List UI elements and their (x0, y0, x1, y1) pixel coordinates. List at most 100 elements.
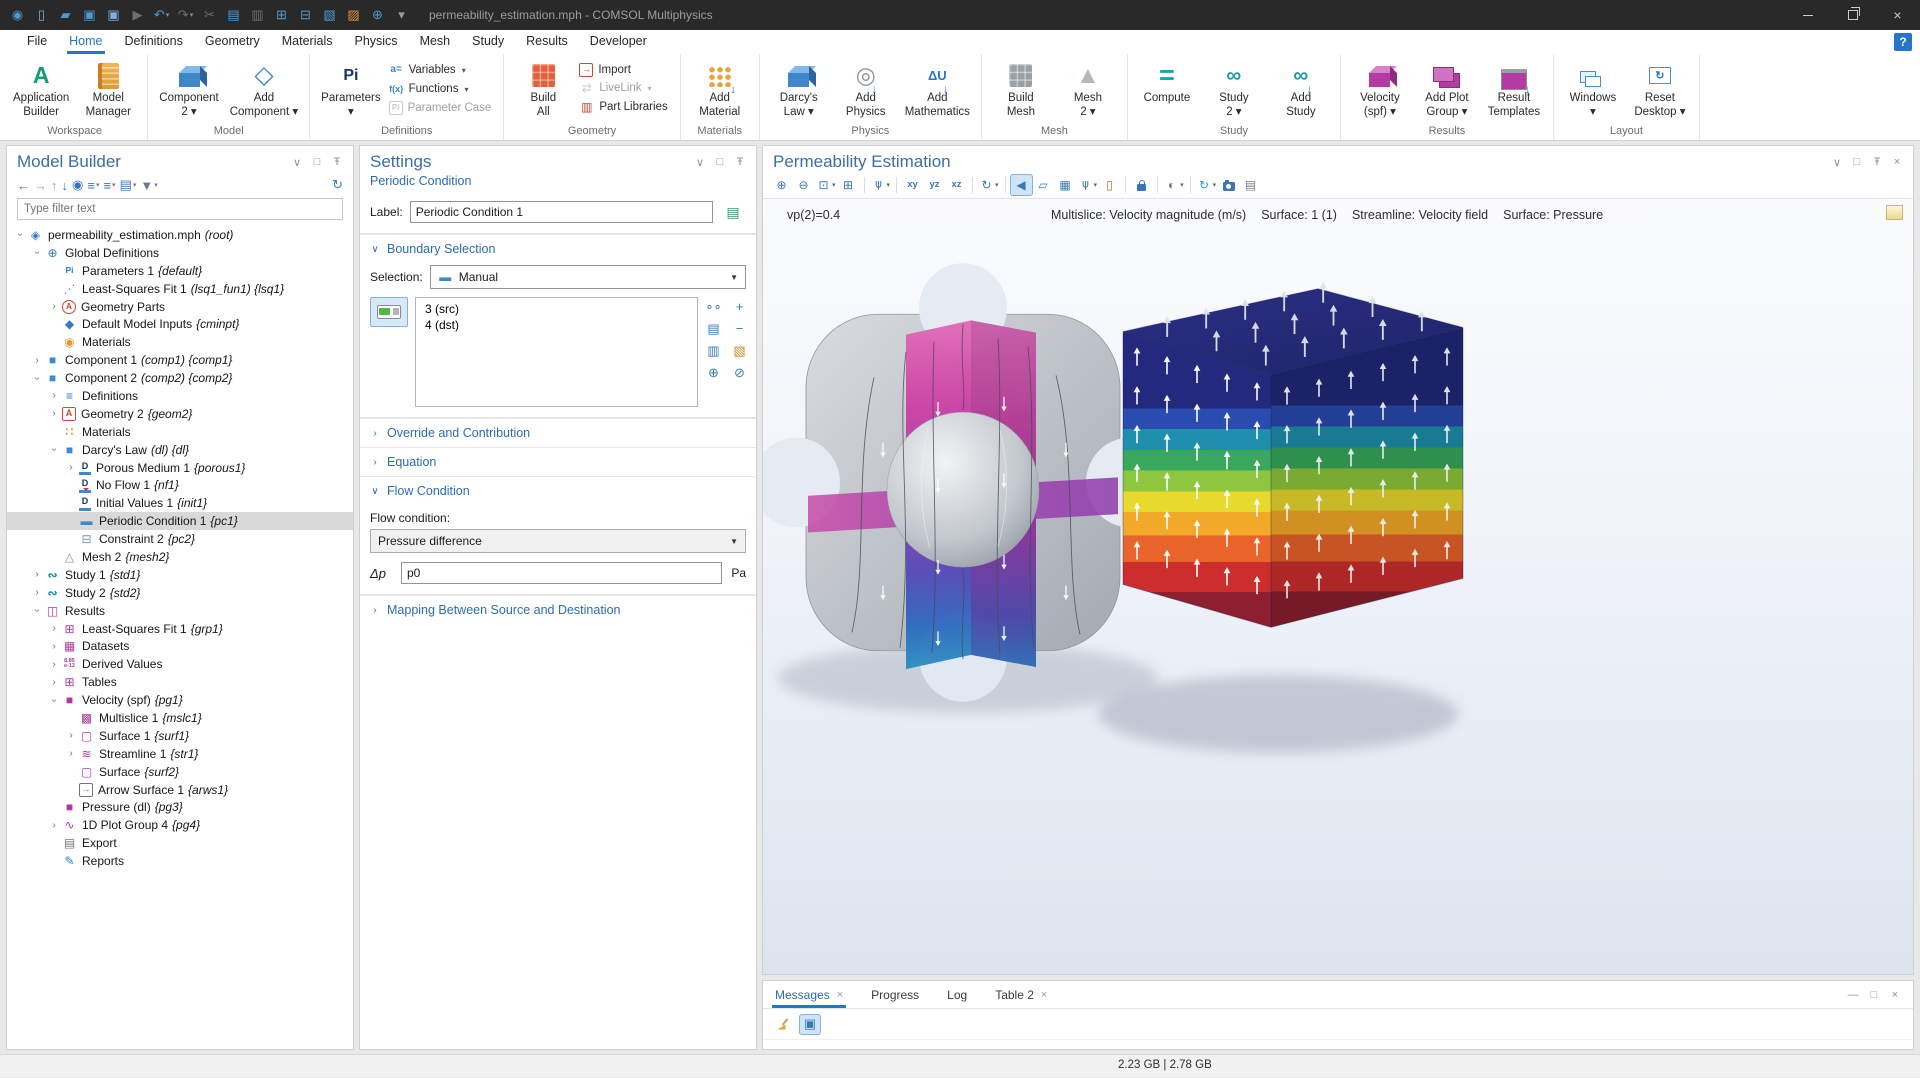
part-libraries-button[interactable]: ▥Part Libraries (579, 100, 667, 115)
close-tab-icon[interactable]: × (837, 989, 843, 1001)
refresh-tree-icon[interactable]: ↻ (332, 177, 343, 193)
run-icon[interactable]: ▶ (126, 3, 149, 27)
zoom-out-icon[interactable]: ⊖ (793, 175, 814, 195)
compute-button[interactable]: =Compute (1134, 58, 1200, 125)
tree-item-no-flow-1[interactable]: DNo Flow 1{nf1} (7, 476, 353, 494)
tree-item-constraint-2[interactable]: ⊟Constraint 2{pc2} (7, 530, 353, 548)
preview-icon[interactable]: ⊕ (366, 3, 389, 27)
tree-item-default-model-inputs[interactable]: ◆Default Model Inputs{cminpt} (7, 315, 353, 333)
parameters-button[interactable]: PiParameters ▾ (316, 58, 385, 125)
tab-file[interactable]: File (16, 30, 58, 54)
tree-item-root[interactable]: ›◈permeability_estimation.mph(root) (7, 226, 353, 244)
tab-materials[interactable]: Materials (271, 30, 344, 54)
darcys-law-button[interactable]: Darcy's Law ▾ (766, 58, 832, 125)
graphics-canvas[interactable] (763, 199, 1913, 974)
image-snapshot-icon[interactable] (1218, 175, 1239, 195)
add-study-button[interactable]: ∞↓Add Study (1268, 58, 1334, 125)
customize-quick-access-icon[interactable]: ▾ (390, 3, 413, 27)
study-2-button[interactable]: ∞Study 2 ▾ (1201, 58, 1267, 125)
plot-thumbnail-icon[interactable] (1886, 205, 1903, 220)
view-xy-icon[interactable]: xy (902, 175, 923, 195)
model-manager-button[interactable]: Model Manager (75, 58, 141, 125)
tree-item-streamline-1[interactable]: ›≋Streamline 1{str1} (7, 745, 353, 763)
filter-tree-icon[interactable]: ▼▾ (140, 178, 157, 193)
tree-item-materials-comp2[interactable]: ∷Materials (7, 423, 353, 441)
pin-panel-icon[interactable]: Ŧ (331, 156, 343, 169)
tree-expander-closed[interactable]: › (47, 390, 61, 401)
view-yz-icon[interactable]: yz (924, 175, 945, 195)
graphics-settings-icon[interactable]: ◐▾ (1163, 175, 1185, 195)
show-grid-icon[interactable]: ▦ (1055, 175, 1076, 195)
functions-button[interactable]: f(x)Functions▾ (389, 82, 492, 97)
tree-expander-closed[interactable]: › (30, 587, 44, 598)
tree-expander-closed[interactable]: › (64, 748, 78, 759)
tree-item-component-1[interactable]: ›■Component 1(comp1) {comp1} (7, 351, 353, 369)
minimize-button[interactable] (1785, 0, 1830, 30)
print-icon[interactable]: ▤ (1240, 175, 1261, 195)
tree-item-porous-medium-1[interactable]: ›DPorous Medium 1{porous1} (7, 459, 353, 477)
clear-selection-icon[interactable]: ▨ (342, 3, 365, 27)
tree-expander-open[interactable]: › (49, 443, 60, 457)
collapse-panel-icon[interactable]: ∨ (1831, 156, 1843, 169)
tree-item-reports[interactable]: ✎Reports (7, 852, 353, 870)
tab-log[interactable]: Log (947, 981, 967, 1008)
tree-item-arrow-surface-1[interactable]: →Arrow Surface 1{arws1} (7, 781, 353, 799)
tree-expander-open[interactable]: › (32, 246, 43, 260)
copy-icon[interactable]: ▤ (222, 3, 245, 27)
comsol-logo-icon[interactable]: ◉ (6, 3, 29, 27)
tree-item-parameters-1[interactable]: PiParameters 1{default} (7, 262, 353, 280)
tree-expander-closed[interactable]: › (30, 355, 44, 366)
tree-item-study-2[interactable]: ›∾Study 2{std2} (7, 584, 353, 602)
cut-icon[interactable]: ✂ (198, 3, 221, 27)
build-all-button[interactable]: Build All (510, 58, 576, 125)
expand-tree-icon[interactable]: ≡▾ (87, 178, 99, 193)
message-window-icon[interactable]: ▣ (800, 1015, 820, 1034)
add-physics-button[interactable]: ◎↓Add Physics (833, 58, 899, 125)
scene-light-icon[interactable]: ◀ (1011, 175, 1032, 195)
update-plot-icon[interactable]: ↻▾ (1196, 175, 1218, 195)
view-xz-icon[interactable]: xz (946, 175, 967, 195)
tree-item-materials-global[interactable]: ◉Materials (7, 333, 353, 351)
paste-selection-icon[interactable]: ▥ (705, 343, 722, 358)
open-file-icon[interactable]: ▰ (54, 3, 77, 27)
save-icon[interactable]: ▣ (78, 3, 101, 27)
tree-item-surface-2[interactable]: ▢Surface{surf2} (7, 763, 353, 781)
maximize-restore-button[interactable] (1830, 0, 1875, 30)
selection-list-item[interactable]: 4 (dst) (416, 317, 697, 333)
tree-expander-closed[interactable]: › (64, 462, 78, 473)
select-box-icon[interactable]: ▧ (318, 3, 341, 27)
tab-home[interactable]: Home (58, 30, 113, 54)
save-as-icon[interactable]: ▣ (102, 3, 125, 27)
help-button[interactable]: ? (1894, 33, 1912, 51)
tab-mesh[interactable]: Mesh (409, 30, 462, 54)
label-input[interactable] (410, 201, 713, 223)
new-file-icon[interactable]: ▯ (30, 3, 53, 27)
tree-expander-closed[interactable]: › (47, 301, 61, 312)
tree-item-geometry-parts[interactable]: ›AGeometry Parts (7, 298, 353, 316)
active-selection-toggle[interactable] (370, 297, 408, 327)
move-up-icon[interactable]: ↑ (51, 178, 58, 193)
tree-item-1d-plot-group-4[interactable]: ›∿1D Plot Group 4{pg4} (7, 816, 353, 834)
section-equation[interactable]: › Equation (360, 447, 756, 476)
collapse-tree-icon[interactable]: ≡▾ (103, 178, 115, 193)
tree-item-tables[interactable]: ›⊞Tables (7, 673, 353, 691)
variables-button[interactable]: a=Variables▾ (389, 63, 492, 78)
lock-view-icon[interactable] (1131, 175, 1152, 195)
move-down-icon[interactable]: ↓ (62, 178, 69, 193)
show-hide-icon[interactable]: ◉ (72, 177, 83, 193)
go-forward-icon[interactable]: → (34, 178, 47, 193)
tab-progress[interactable]: Progress (871, 981, 919, 1008)
float-panel-icon[interactable]: □ (1851, 156, 1863, 169)
float-panel-icon[interactable]: □ (1868, 989, 1880, 1001)
tree-filter-input[interactable] (18, 203, 342, 215)
pressure-difference-input[interactable] (401, 562, 722, 584)
tree-item-datasets[interactable]: ›▦Datasets (7, 637, 353, 655)
float-panel-icon[interactable]: □ (714, 156, 726, 169)
minimize-panel-icon[interactable]: — (1847, 989, 1859, 1001)
rename-button[interactable]: ▤ (720, 200, 746, 224)
tree-expander-closed[interactable]: › (47, 641, 61, 652)
tab-definitions[interactable]: Definitions (114, 30, 194, 54)
close-panel-icon[interactable]: × (1891, 156, 1903, 169)
tab-table-2[interactable]: Table 2× (995, 981, 1047, 1008)
tree-item-periodic-condition-1[interactable]: ▬Periodic Condition 1{pc1} (7, 512, 353, 530)
